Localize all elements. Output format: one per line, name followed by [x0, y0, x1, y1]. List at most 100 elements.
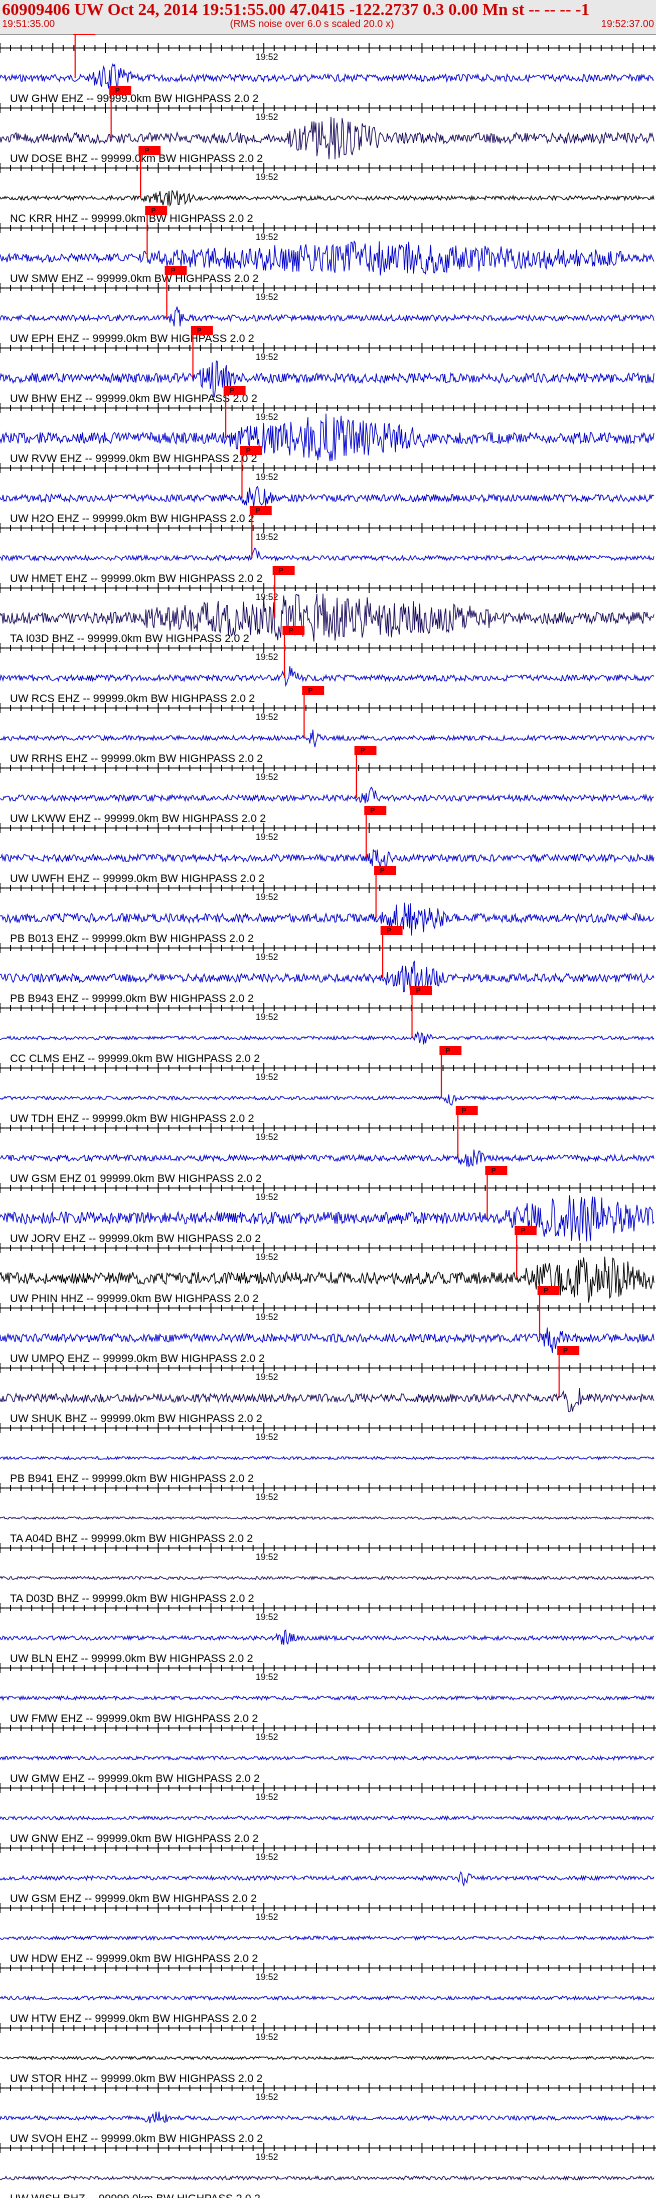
end-time: 19:52:37.00 — [601, 19, 654, 30]
pick-label: P — [370, 808, 375, 815]
minute-mark-label: 19:52 — [256, 1972, 279, 1982]
channel-label: UW TDH EHZ -- 99999.0km BW HIGHPASS 2.0 … — [10, 1113, 254, 1125]
waveform-trace — [0, 902, 655, 936]
channel-label: UW GSM EHZ -- 99999.0km BW HIGHPASS 2.0 … — [10, 1893, 257, 1905]
channel-label: UW LKWW EHZ -- 99999.0km BW HIGHPASS 2.0… — [10, 813, 266, 825]
channel-label: NC KRR HHZ -- 99999.0km BW HIGHPASS 2.0 … — [10, 213, 253, 225]
waveform-trace — [0, 960, 655, 994]
channel-label: UW PHIN HHZ -- 99999.0km BW HIGHPASS 2.0… — [10, 1293, 259, 1305]
channel-label: UW HMET EHZ -- 99999.0km BW HIGHPASS 2.0… — [10, 573, 263, 585]
channel-label: UW SMW EHZ -- 99999.0km BW HIGHPASS 2.0 … — [10, 273, 259, 285]
channel-label: UW BHW EHZ -- 99999.0km BW HIGHPASS 2.0 … — [10, 393, 257, 405]
pick-label: P — [197, 328, 202, 335]
pick-label: P — [145, 148, 150, 155]
pick-label: P — [380, 868, 385, 875]
channel-row: 19:52 UW BLN EHZ -- 99999.0km BW HIGHPASS… — [0, 1603, 656, 1665]
pick-marker — [514, 1226, 537, 1235]
minute-mark-label: 19:52 — [256, 472, 279, 482]
channel-row: 19:52 UW WISH BHZ -- 99999.0km BW HIGHPAS… — [0, 2143, 656, 2198]
channel-row: 19:52 UW SVOH EHZ -- 99999.0km BW HIGHPAS… — [0, 2083, 656, 2145]
waveform-trace — [0, 729, 655, 748]
minute-mark-label: 19:52 — [256, 652, 279, 662]
pick-marker — [374, 866, 397, 875]
channel-label: UW SHUK BHZ -- 99999.0km BW HIGHPASS 2.0… — [10, 1413, 262, 1425]
channel-label: UW UWFH EHZ -- 99999.0km BW HIGHPASS 2.0… — [10, 873, 265, 885]
scale-note: (RMS noise over 6.0 s scaled 20.0 x) — [230, 19, 394, 30]
pick-label: P — [308, 688, 313, 695]
waveform-trace — [0, 1387, 655, 1413]
channel-row: 19:52 UW HDW EHZ -- 99999.0km BW HIGHPASS… — [0, 1903, 656, 1965]
waveform-trace — [0, 1629, 655, 1646]
pick-marker — [557, 1346, 580, 1355]
pick-label: P — [79, 34, 84, 35]
minute-mark-label: 19:52 — [256, 1312, 279, 1322]
minute-mark-label: 19:52 — [256, 292, 279, 302]
pick-label: P — [445, 1048, 450, 1055]
channel-label: UW EPH EHZ -- 99999.0km BW HIGHPASS 2.0 … — [10, 333, 254, 345]
minute-mark-label: 19:52 — [256, 712, 279, 722]
waveform-trace — [0, 1094, 655, 1106]
minute-mark-label: 19:52 — [256, 1132, 279, 1142]
channel-label: UW FMW EHZ -- 99999.0km BW HIGHPASS 2.0 … — [10, 1713, 258, 1725]
waveform-trace — [0, 1515, 655, 1521]
waveform-trace — [0, 2175, 655, 2181]
channel-label: UW RCS EHZ -- 99999.0km BW HIGHPASS 2.0 … — [10, 693, 255, 705]
pick-marker — [190, 326, 213, 335]
pick-marker — [164, 266, 187, 275]
pick-label: P — [246, 448, 251, 455]
channel-label: UW BLN EHZ -- 99999.0km BW HIGHPASS 2.0 … — [10, 1653, 253, 1665]
waveform-trace — [0, 1455, 655, 1461]
channel-row: 19:52 UW STOR HHZ -- 99999.0km BW HIGHPAS… — [0, 2023, 656, 2085]
channel-label: UW HDW EHZ -- 99999.0km BW HIGHPASS 2.0 … — [10, 1953, 258, 1965]
waveform-trace — [0, 360, 655, 398]
waveform-trace — [0, 1149, 655, 1168]
channel-label: TA D03D BHZ -- 99999.0km BW HIGHPASS 2.0… — [10, 1593, 254, 1605]
pick-marker — [272, 566, 295, 575]
pick-label: P — [115, 88, 120, 95]
channel-label: UW RRHS EHZ -- 99999.0km BW HIGHPASS 2.0… — [10, 753, 263, 765]
channel-row: 19:52 UW FMW EHZ -- 99999.0km BW HIGHPASS… — [0, 1663, 656, 1725]
waveform-trace — [0, 1327, 655, 1354]
minute-mark-label: 19:52 — [256, 172, 279, 182]
minute-mark-label: 19:52 — [256, 2152, 279, 2162]
minute-mark-label: 19:52 — [256, 832, 279, 842]
pick-marker — [485, 1166, 508, 1175]
minute-mark-label: 19:52 — [256, 1792, 279, 1802]
channel-label: PB B941 EHZ -- 99999.0km BW HIGHPASS 2.0… — [10, 1473, 254, 1485]
waveform-trace — [0, 1871, 655, 1887]
waveform-trace — [0, 1031, 655, 1045]
minute-mark-label: 19:52 — [256, 1372, 279, 1382]
channel-label: UW H2O EHZ -- 99999.0km BW HIGHPASS 2.0 … — [10, 513, 254, 525]
channel-label: PB B013 EHZ -- 99999.0km BW HIGHPASS 2.0… — [10, 933, 254, 945]
minute-mark-label: 19:52 — [256, 1852, 279, 1862]
start-time: 19:51:35.00 — [2, 19, 55, 30]
minute-mark-label: 19:52 — [256, 952, 279, 962]
pick-label: P — [387, 928, 392, 935]
pick-label: P — [279, 568, 284, 575]
waveform-trace — [0, 2111, 655, 2124]
minute-mark-label: 19:52 — [256, 112, 279, 122]
pick-label: P — [151, 208, 156, 215]
minute-mark-label: 19:52 — [256, 2032, 279, 2042]
pick-marker — [364, 806, 387, 815]
pick-marker — [380, 926, 403, 935]
pick-marker — [73, 34, 96, 35]
channel-label: CC CLMS EHZ -- 99999.0km BW HIGHPASS 2.0… — [10, 1053, 260, 1065]
waveform-trace — [0, 485, 655, 507]
waveform-trace — [0, 189, 655, 207]
pick-label: P — [521, 1228, 526, 1235]
minute-mark-label: 19:52 — [256, 1492, 279, 1502]
channel-label: UW RVW EHZ -- 99999.0km BW HIGHPASS 2.0 … — [10, 453, 257, 465]
pick-label: P — [563, 1348, 568, 1355]
minute-mark-label: 19:52 — [256, 1612, 279, 1622]
minute-mark-label: 19:52 — [256, 52, 279, 62]
pick-marker — [410, 986, 433, 995]
minute-mark-label: 19:52 — [256, 1432, 279, 1442]
channel-label: UW WISH BHZ -- 99999.0km BW HIGHPASS 2.0… — [10, 2193, 260, 2198]
minute-mark-label: 19:52 — [256, 412, 279, 422]
pick-marker — [302, 686, 325, 695]
pick-marker — [537, 1286, 560, 1295]
channel-row: 19:52 UW GNW EHZ -- 99999.0km BW HIGHPASS… — [0, 1783, 656, 1845]
channel-label: PB B943 EHZ -- 99999.0km BW HIGHPASS 2.0… — [10, 993, 254, 1005]
waveform-trace — [0, 848, 655, 871]
